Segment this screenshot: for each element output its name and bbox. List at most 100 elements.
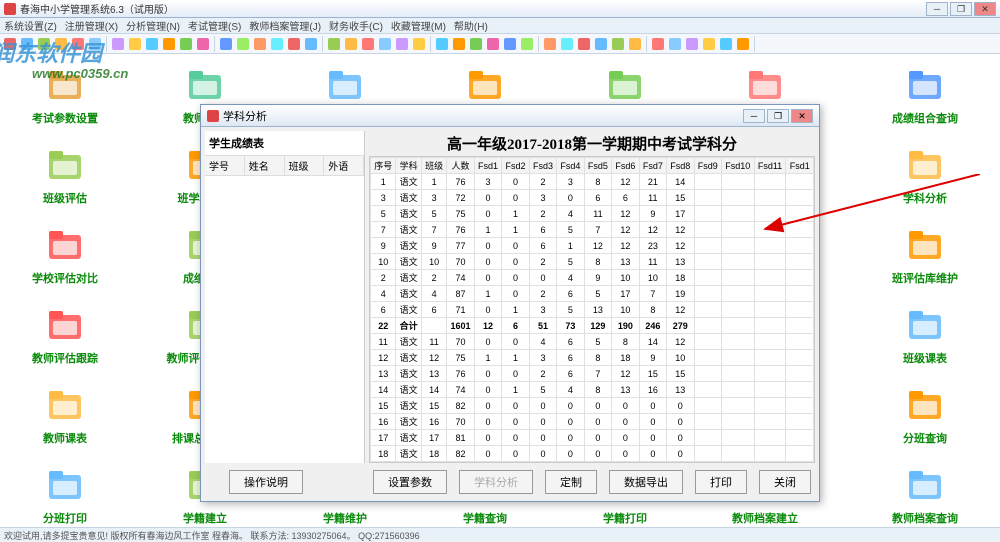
desktop-icon[interactable]: 班级评估 bbox=[20, 144, 110, 206]
table-row[interactable]: 3语文3720030661115 bbox=[371, 190, 814, 206]
toolbar-button[interactable] bbox=[144, 36, 160, 52]
table-row[interactable]: 18语文188200000000 bbox=[371, 446, 814, 462]
table-row[interactable]: 17语文178100000000 bbox=[371, 430, 814, 446]
toolbar-button[interactable] bbox=[360, 36, 376, 52]
icon-label: 考试参数设置 bbox=[20, 110, 110, 126]
desktop-icon[interactable]: 教师课表 bbox=[20, 384, 110, 446]
close-dialog-button[interactable]: 关闭 bbox=[759, 470, 811, 494]
toolbar-button[interactable] bbox=[502, 36, 518, 52]
toolbar-button[interactable] bbox=[127, 36, 143, 52]
minimize-button[interactable]: ─ bbox=[926, 2, 948, 16]
desktop-icon[interactable]: 学科分析 bbox=[880, 144, 970, 206]
menu-item[interactable]: 财务收手(C) bbox=[329, 18, 383, 33]
table-row[interactable]: 1语文17630238122114 bbox=[371, 174, 814, 190]
toolbar-button[interactable] bbox=[701, 36, 717, 52]
toolbar-button[interactable] bbox=[252, 36, 268, 52]
toolbar-button[interactable] bbox=[468, 36, 484, 52]
toolbar-button[interactable] bbox=[542, 36, 558, 52]
toolbar-button[interactable] bbox=[377, 36, 393, 52]
table-row[interactable]: 14语文147401548131613 bbox=[371, 382, 814, 398]
toolbar-button[interactable] bbox=[627, 36, 643, 52]
folder-icon bbox=[604, 64, 646, 106]
menu-item[interactable]: 教师档案管理(J) bbox=[249, 18, 321, 33]
toolbar-button[interactable] bbox=[576, 36, 592, 52]
desktop-icon[interactable]: 学校评估对比 bbox=[20, 224, 110, 286]
toolbar-button[interactable] bbox=[326, 36, 342, 52]
analysis-dialog: 学科分析 ─ ❐ ✕ 学生成绩表 学号姓名班级外语 高一年级2017-2018第… bbox=[200, 104, 820, 502]
table-row[interactable]: 5语文57501241112917 bbox=[371, 206, 814, 222]
left-col-header: 班级 bbox=[285, 156, 325, 175]
icon-label: 教师评估跟踪 bbox=[20, 350, 110, 366]
toolbar-button[interactable] bbox=[735, 36, 751, 52]
toolbar-button[interactable] bbox=[343, 36, 359, 52]
table-row[interactable]: 12语文12751136818910 bbox=[371, 350, 814, 366]
desktop-icon[interactable]: 班级课表 bbox=[880, 304, 970, 366]
desktop-icon[interactable]: 教师评估跟踪 bbox=[20, 304, 110, 366]
desktop-icon[interactable]: 分班打印 bbox=[20, 464, 110, 526]
toolbar-button[interactable] bbox=[650, 36, 666, 52]
table-row[interactable]: 16语文167000000000 bbox=[371, 414, 814, 430]
toolbar-button[interactable] bbox=[434, 36, 450, 52]
params-button[interactable]: 设置参数 bbox=[373, 470, 447, 494]
toolbar-button[interactable] bbox=[684, 36, 700, 52]
toolbar-button[interactable] bbox=[178, 36, 194, 52]
watermark: 润东软件园 www.pc0359.cn bbox=[0, 36, 128, 81]
folder-icon bbox=[44, 144, 86, 186]
maximize-button[interactable]: ❐ bbox=[950, 2, 972, 16]
toolbar-button[interactable] bbox=[667, 36, 683, 52]
table-row[interactable]: 11语文11700046581412 bbox=[371, 334, 814, 350]
toolbar-button[interactable] bbox=[235, 36, 251, 52]
dialog-minimize-button[interactable]: ─ bbox=[743, 109, 765, 123]
menu-item[interactable]: 收藏管理(M) bbox=[391, 18, 446, 33]
menu-item[interactable]: 分析管理(N) bbox=[126, 18, 180, 33]
desktop-icon[interactable]: 成绩组合查询 bbox=[880, 64, 970, 126]
toolbar-button[interactable] bbox=[303, 36, 319, 52]
analysis-table[interactable]: 序号学科班级人数Fsd1Fsd2Fsd3Fsd4Fsd5Fsd6Fsd7Fsd8… bbox=[369, 156, 815, 463]
icon-label: 分班打印 bbox=[20, 510, 110, 526]
table-row[interactable]: 2语文27400049101018 bbox=[371, 270, 814, 286]
export-button[interactable]: 数据导出 bbox=[609, 470, 683, 494]
toolbar-button[interactable] bbox=[394, 36, 410, 52]
toolbar-button[interactable] bbox=[485, 36, 501, 52]
desktop-area: 润东软件园 www.pc0359.cn 考试参数设置教师任课考场编排成绩建立成绩… bbox=[0, 54, 1000, 527]
table-row[interactable]: 6语文67101351310812 bbox=[371, 302, 814, 318]
table-row[interactable]: 7语文77611657121212 bbox=[371, 222, 814, 238]
toolbar-button[interactable] bbox=[218, 36, 234, 52]
desktop-icon[interactable]: 班评估库维护 bbox=[880, 224, 970, 286]
menu-item[interactable]: 考试管理(S) bbox=[188, 18, 241, 33]
table-row[interactable]: 10语文107000258131113 bbox=[371, 254, 814, 270]
toolbar-button[interactable] bbox=[559, 36, 575, 52]
col-header: Fsd6 bbox=[612, 158, 639, 174]
icon-label: 班评估库维护 bbox=[880, 270, 970, 286]
toolbar-button[interactable] bbox=[519, 36, 535, 52]
table-row[interactable]: 13语文137600267121515 bbox=[371, 366, 814, 382]
help-button[interactable]: 操作说明 bbox=[229, 470, 303, 494]
toolbar-button[interactable] bbox=[269, 36, 285, 52]
print-button[interactable]: 打印 bbox=[695, 470, 747, 494]
toolbar-button[interactable] bbox=[593, 36, 609, 52]
table-row[interactable]: 15语文158200000000 bbox=[371, 398, 814, 414]
icon-label: 学校评估对比 bbox=[20, 270, 110, 286]
desktop-icon[interactable]: 分班查询 bbox=[880, 384, 970, 446]
table-row[interactable]: 9语文977006112122312 bbox=[371, 238, 814, 254]
toolbar-button[interactable] bbox=[718, 36, 734, 52]
toolbar-button[interactable] bbox=[195, 36, 211, 52]
toolbar-button[interactable] bbox=[411, 36, 427, 52]
dialog-maximize-button[interactable]: ❐ bbox=[767, 109, 789, 123]
table-row[interactable]: 19语文198200000000 bbox=[371, 462, 814, 464]
toolbar-button[interactable] bbox=[286, 36, 302, 52]
toolbar-button[interactable] bbox=[161, 36, 177, 52]
table-row[interactable]: 4语文4871026517719 bbox=[371, 286, 814, 302]
toolbar-button[interactable] bbox=[610, 36, 626, 52]
close-button[interactable]: ✕ bbox=[974, 2, 996, 16]
toolbar-button[interactable] bbox=[451, 36, 467, 52]
col-header: Fsd10 bbox=[722, 158, 755, 174]
col-header: Fsd2 bbox=[502, 158, 529, 174]
desktop-icon[interactable]: 教师档案查询 bbox=[880, 464, 970, 526]
dialog-close-button[interactable]: ✕ bbox=[791, 109, 813, 123]
custom-button[interactable]: 定制 bbox=[545, 470, 597, 494]
col-header: Fsd5 bbox=[584, 158, 611, 174]
menu-item[interactable]: 帮助(H) bbox=[454, 18, 488, 33]
menu-item[interactable]: 注册管理(X) bbox=[65, 18, 118, 33]
menu-item[interactable]: 系统设置(Z) bbox=[4, 18, 57, 33]
